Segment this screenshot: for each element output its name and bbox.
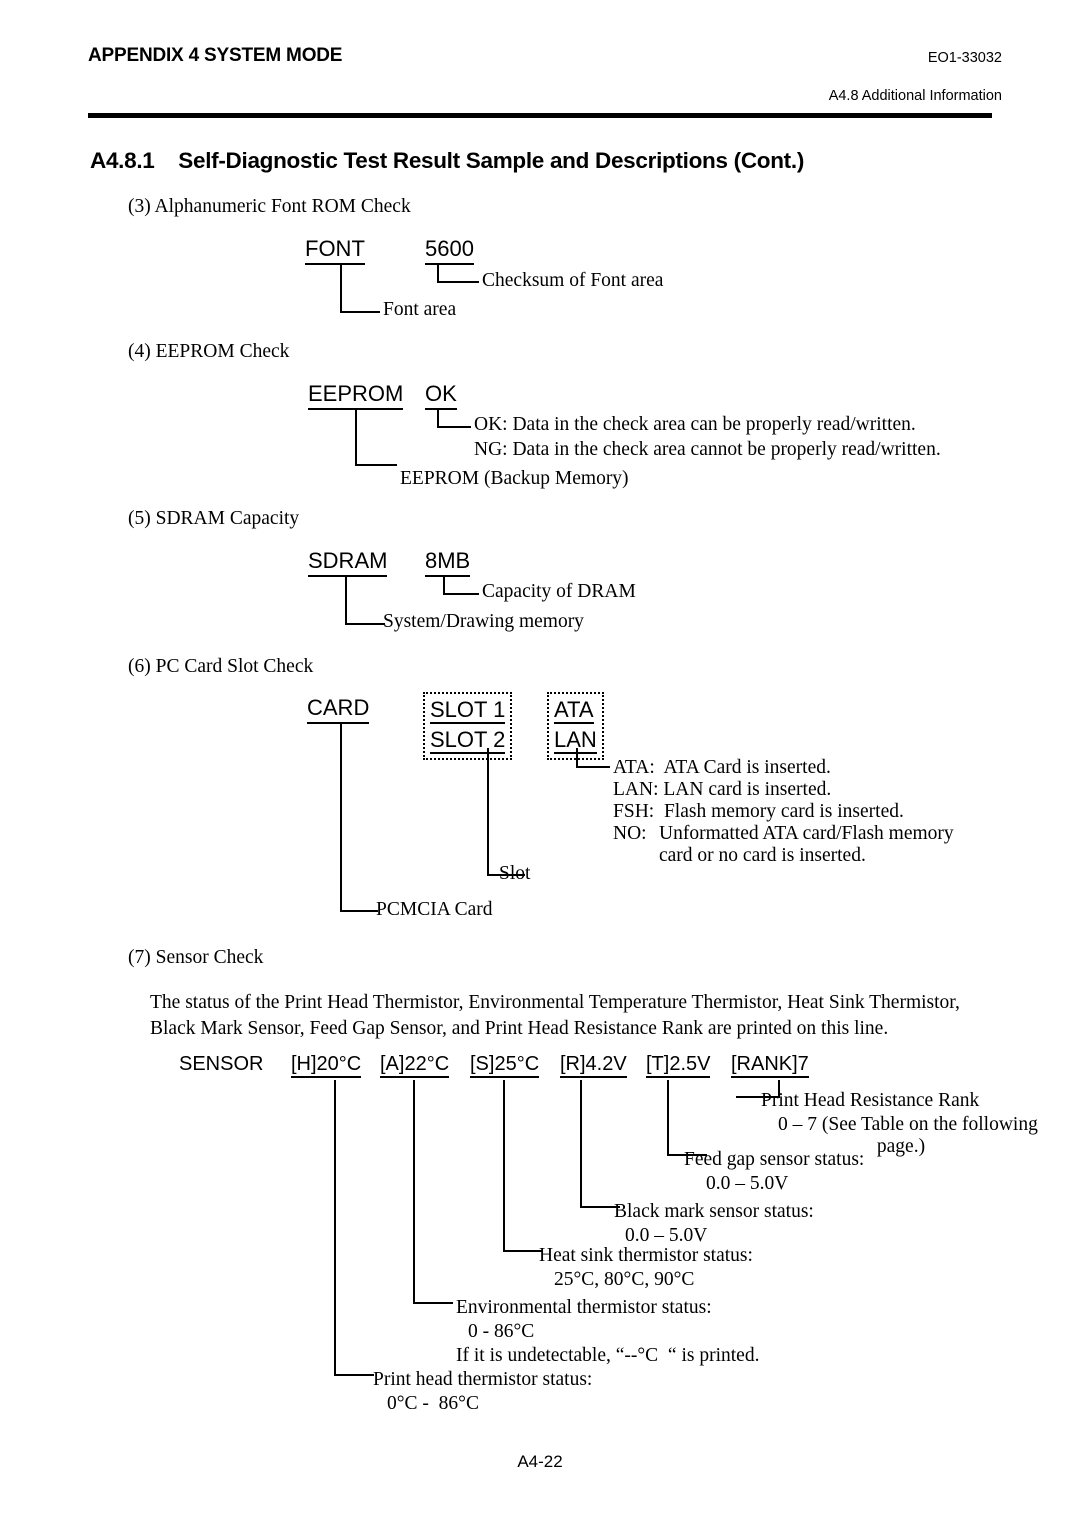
- leader-vline-font-label: [340, 265, 342, 313]
- code-value-slot-1: SLOT 1: [430, 697, 506, 724]
- code-label-card: CARD: [307, 695, 370, 724]
- desc-slot: Slot: [499, 863, 531, 884]
- desc-eeprom-ng: NG: Data in the check area cannot be pro…: [474, 439, 941, 460]
- page-title: A4.8.1 Self-Diagnostic Test Result Sampl…: [90, 148, 805, 173]
- desc-rank-title: Print Head Resistance Rank: [761, 1090, 980, 1111]
- desc-card-type-no-label: NO:: [613, 823, 647, 844]
- desc-font-checksum: Checksum of Font area: [482, 270, 664, 291]
- desc-sdram-capacity: Capacity of DRAM: [482, 581, 636, 602]
- item-sensor-check: (7) Sensor Check: [128, 947, 264, 968]
- leader-vline-feedgap: [667, 1080, 669, 1156]
- desc-env-note: If it is undetectable, “--°C “ is printe…: [456, 1345, 760, 1366]
- code-value-sdram-size: 8MB: [425, 548, 471, 577]
- desc-env-range: 0 - 86°C: [468, 1321, 535, 1342]
- leader-vline-card-label: [340, 724, 342, 912]
- desc-env-title: Environmental thermistor status:: [456, 1297, 712, 1318]
- desc-card-type-no-line2: card or no card is inserted.: [659, 845, 866, 866]
- leader-hline-heatsink: [503, 1250, 543, 1252]
- code-token-env-thermistor: [A]22°C: [380, 1053, 450, 1078]
- desc-font-area: Font area: [383, 299, 457, 320]
- group-box-slot: SLOT 1 SLOT 2: [423, 692, 513, 760]
- sensor-intro-line-2: Black Mark Sensor, Feed Gap Sensor, and …: [150, 1018, 889, 1039]
- code-label-sdram: SDRAM: [308, 548, 388, 577]
- code-label-eeprom: EEPROM: [308, 381, 404, 410]
- header-rule: [88, 113, 992, 118]
- item-eeprom-check: (4) EEPROM Check: [128, 341, 290, 362]
- leader-vline-slot: [487, 748, 489, 876]
- desc-sdram-system-memory: System/Drawing memory: [383, 611, 584, 632]
- desc-feedgap-title: Feed gap sensor status:: [684, 1149, 865, 1170]
- leader-vline-sdram-label: [345, 577, 347, 625]
- code-token-feedgap-sensor: [T]2.5V: [646, 1053, 711, 1078]
- code-label-sensor: SENSOR: [179, 1053, 264, 1075]
- desc-heatsink-title: Heat sink thermistor status:: [539, 1245, 753, 1266]
- leader-vline-card-type: [576, 748, 578, 768]
- desc-pcmcia-card: PCMCIA Card: [376, 899, 493, 920]
- leader-vline-blackmark: [580, 1080, 582, 1208]
- item-font-rom-check: (3) Alphanumeric Font ROM Check: [128, 196, 411, 217]
- desc-head-title: Print head thermistor status:: [373, 1369, 593, 1390]
- code-value-ata: ATA: [554, 697, 594, 724]
- header-appendix-title: APPENDIX 4 SYSTEM MODE: [88, 45, 343, 66]
- leader-hline-sdram-label: [345, 623, 385, 625]
- leader-hline-card-type: [576, 766, 610, 768]
- leader-hline-eeprom-value: [437, 426, 471, 428]
- desc-eeprom-backup-memory: EEPROM (Backup Memory): [400, 468, 629, 489]
- item-pc-card-slot-check: (6) PC Card Slot Check: [128, 656, 314, 677]
- leader-hline-font-label: [340, 311, 380, 313]
- desc-heatsink-range: 25°C, 80°C, 90°C: [554, 1269, 695, 1290]
- code-value-slot-2: SLOT 2: [430, 727, 506, 754]
- leader-hline-eeprom-label: [355, 464, 397, 466]
- leader-vline-eeprom-label: [355, 410, 357, 466]
- desc-head-range: 0°C - 86°C: [387, 1393, 479, 1414]
- sensor-intro-line-1: The status of the Print Head Thermistor,…: [150, 992, 960, 1013]
- header-section-subtitle: A4.8 Additional Information: [828, 88, 1002, 104]
- leader-vline-heatsink: [503, 1080, 505, 1252]
- code-value-font-checksum: 5600: [425, 236, 474, 265]
- leader-hline-env: [413, 1302, 453, 1304]
- leader-vline-head: [334, 1080, 336, 1376]
- footer-page-number: A4-22: [517, 1452, 563, 1471]
- item-sdram-capacity: (5) SDRAM Capacity: [128, 508, 300, 529]
- code-value-eeprom-status: OK: [425, 381, 457, 410]
- desc-feedgap-range: 0.0 – 5.0V: [706, 1173, 789, 1194]
- leader-vline-env: [413, 1080, 415, 1304]
- desc-eeprom-ok: OK: Data in the check area can be proper…: [474, 414, 916, 435]
- code-token-heatsink-thermistor: [S]25°C: [470, 1053, 540, 1078]
- code-token-blackmark-sensor: [R]4.2V: [560, 1053, 627, 1078]
- code-token-head-thermistor: [H]20°C: [291, 1053, 362, 1078]
- desc-blackmark-title: Black mark sensor status:: [614, 1201, 814, 1222]
- header-document-code: EO1-33032: [927, 50, 1002, 66]
- leader-hline-head: [334, 1374, 374, 1376]
- code-token-resistance-rank: [RANK]7: [731, 1053, 809, 1078]
- leader-hline-card-label: [340, 910, 378, 912]
- document-page: APPENDIX 4 SYSTEM MODE EO1-33032 A4.8 Ad…: [0, 0, 1080, 1525]
- leader-hline-font-value: [437, 281, 479, 283]
- leader-hline-sdram-value: [443, 593, 479, 595]
- code-label-font: FONT: [305, 236, 365, 265]
